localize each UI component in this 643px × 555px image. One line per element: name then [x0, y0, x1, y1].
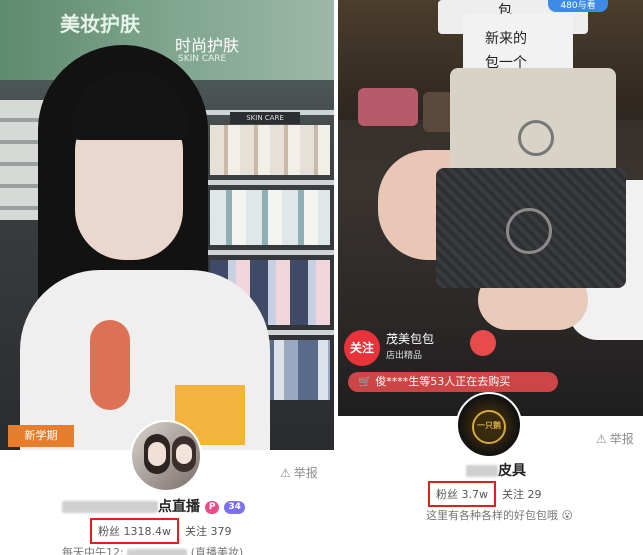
report-label: 举报 — [609, 432, 634, 446]
redacted-name — [466, 465, 498, 477]
fans-follow-row: 粉丝 3.7w 关注 29 — [428, 481, 542, 507]
streamer-name-suffix: 点直播 — [158, 499, 200, 515]
avatar-logo-text: 一只鹅 — [477, 421, 501, 430]
viewer-badge: 480与看 — [548, 0, 608, 12]
shop-name: 茂美包包 — [386, 332, 435, 346]
redacted-name — [62, 501, 158, 513]
right-stream-image: 包 新来的 包一个 480与看 关注 茂美包包 店出精品 🛒 俊****生等53… — [338, 0, 643, 416]
left-live-panel: 美妆护肤 时尚护肤 SKIN CARE SKIN CARE 新学期 ⚠ 举报 点… — [0, 0, 334, 555]
streamer-avatar[interactable]: 一只鹅 — [456, 392, 522, 458]
left-stream-image: 美妆护肤 时尚护肤 SKIN CARE SKIN CARE 新学期 — [0, 0, 334, 450]
shop-subtitle: 店出精品 — [386, 351, 423, 361]
fans-count: 粉丝 1318.4w — [90, 518, 179, 544]
poster-text-3: SKIN CARE — [178, 54, 227, 64]
shop-logo-icon — [470, 330, 496, 356]
fans-count: 粉丝 3.7w — [428, 481, 496, 507]
right-live-panel: 包 新来的 包一个 480与看 关注 茂美包包 店出精品 🛒 俊****生等53… — [338, 0, 643, 555]
streamer-description: 这里有各种各样的好包包哦 😮 — [426, 509, 573, 522]
report-button[interactable]: ⚠ 举报 — [596, 430, 634, 447]
cart-icon: 🛒 — [358, 375, 376, 388]
product-row — [210, 125, 330, 175]
corner-banner: 新学期 — [8, 425, 74, 447]
follow-count: 关注 29 — [502, 488, 542, 501]
poster-text-1: 美妆护肤 — [60, 12, 140, 36]
bag-clasp — [518, 120, 554, 156]
fans-follow-row: 粉丝 1318.4w 关注 379 — [90, 518, 231, 544]
warning-icon: ⚠ — [596, 431, 607, 446]
bag-clasp — [506, 208, 552, 254]
p-badge-icon: P — [204, 500, 220, 514]
streamer-name-suffix: 皮具 — [498, 463, 526, 479]
streamer-avatar[interactable] — [130, 420, 202, 492]
shelf-label: SKIN CARE — [230, 112, 300, 124]
follow-count: 关注 379 — [184, 525, 232, 538]
level-badge: 34 — [224, 500, 245, 514]
streamer-info-card: 一只鹅 ⚠ 举报 皮具 粉丝 3.7w 关注 29 这里有各种各样的好包包哦 😮 — [338, 392, 643, 555]
shelf — [200, 180, 334, 185]
streamer-info-card: ⚠ 举报 点直播 P 34 粉丝 1318.4w 关注 379 每天中午12: … — [0, 420, 334, 555]
surprised-emoji-icon: 😮 — [561, 509, 573, 522]
streamer-name: 皮具 — [466, 460, 526, 480]
poster-text-2: 时尚护肤 — [175, 36, 240, 55]
wall-bag — [423, 92, 453, 132]
purchase-ticker: 🛒 俊****生等53人正在去购买 — [348, 372, 558, 392]
follow-button[interactable]: 关注 — [344, 330, 380, 366]
shirt-print — [90, 320, 130, 410]
product-row — [210, 190, 330, 245]
streamer-description: 每天中午12: (直播美妆) — [62, 546, 244, 555]
report-button[interactable]: ⚠ 举报 — [280, 464, 318, 481]
wall-bag — [358, 88, 418, 126]
streamer-name: 点直播 P 34 — [62, 496, 245, 516]
warning-icon: ⚠ — [280, 465, 291, 480]
shelf — [200, 250, 334, 255]
report-label: 举报 — [293, 466, 318, 480]
sign-line-1: 新来的 — [485, 31, 527, 47]
